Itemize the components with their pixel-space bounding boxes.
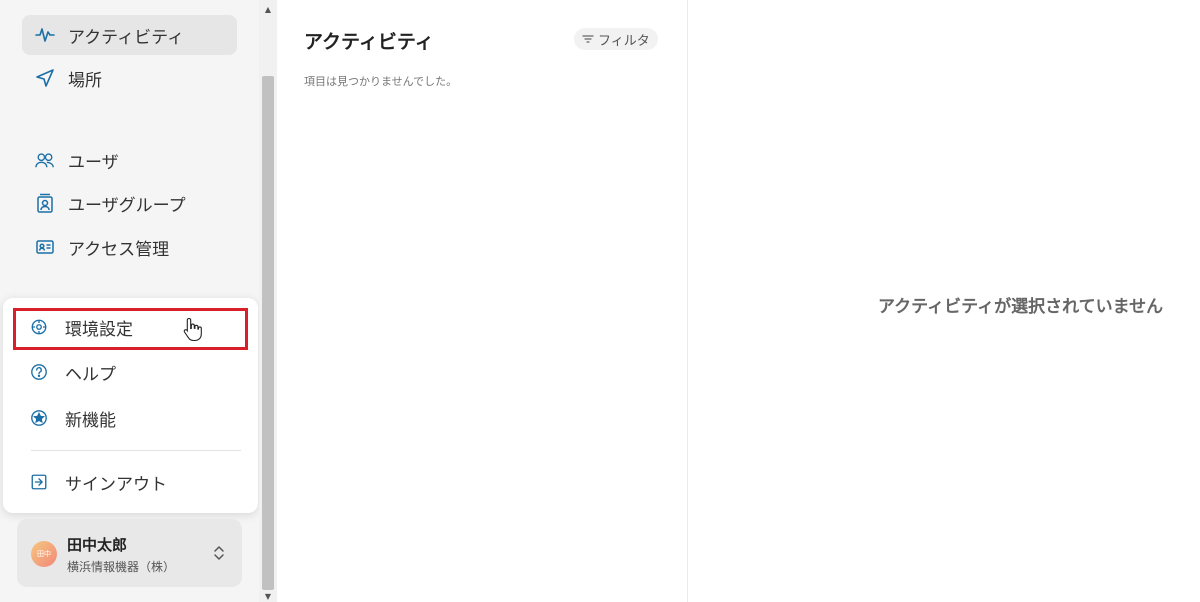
scroll-up-arrow-icon[interactable]: ▲ — [263, 4, 273, 14]
sidebar-item-label: ユーザグループ — [68, 195, 186, 216]
user-account-switcher[interactable]: 田中 田中太郎 横浜情報機器（株） — [17, 519, 242, 587]
menu-divider — [31, 450, 241, 451]
menu-item-sign-out[interactable]: サインアウト — [13, 462, 248, 502]
activity-icon — [34, 24, 56, 46]
location-arrow-icon — [34, 67, 56, 89]
menu-item-preferences[interactable]: 環境設定 — [13, 307, 248, 347]
activity-list-panel: アクティビティ フィルタ 項目は見つかりませんでした。 — [277, 0, 688, 602]
filter-icon — [582, 35, 594, 43]
users-icon — [34, 149, 56, 171]
sidebar: アクティビティ 場所 ユーザ ユーザグループ アクセス管理 環境設定 ヘルプ 新… — [0, 0, 259, 602]
avatar: 田中 — [31, 541, 57, 567]
settings-icon — [29, 317, 49, 337]
scroll-down-arrow-icon[interactable]: ▼ — [263, 591, 273, 601]
sidebar-item-label: アクセス管理 — [68, 239, 170, 260]
menu-item-help[interactable]: ヘルプ — [13, 352, 248, 392]
activity-detail-panel: アクティビティが選択されていません — [688, 0, 1200, 602]
empty-list-message: 項目は見つかりませんでした。 — [304, 75, 458, 88]
sidebar-item-location[interactable]: 場所 — [22, 58, 237, 98]
sidebar-item-user-groups[interactable]: ユーザグループ — [22, 183, 237, 223]
user-name: 田中太郎 — [67, 536, 128, 554]
sidebar-item-activity[interactable]: アクティビティ — [22, 15, 237, 55]
chevron-up-down-icon — [214, 546, 224, 560]
id-card-icon — [34, 236, 56, 258]
user-organization: 横浜情報機器（株） — [67, 560, 176, 574]
menu-item-whats-new[interactable]: 新機能 — [13, 398, 248, 438]
no-selection-message: アクティビティが選択されていません — [878, 297, 1164, 317]
scrollbar-thumb[interactable] — [262, 76, 274, 590]
sign-out-icon — [29, 472, 49, 492]
sidebar-item-users[interactable]: ユーザ — [22, 140, 237, 180]
sidebar-item-label: アクティビティ — [68, 27, 185, 48]
sidebar-item-label: 場所 — [68, 70, 102, 91]
page-title: アクティビティ — [304, 31, 434, 53]
filter-label: フィルタ — [598, 33, 650, 49]
hand-cursor-icon — [182, 316, 204, 342]
star-icon — [29, 408, 49, 428]
sidebar-scrollbar[interactable]: ▲ ▼ — [259, 0, 277, 602]
user-group-icon — [34, 192, 56, 214]
app-window: アクティビティ 場所 ユーザ ユーザグループ アクセス管理 環境設定 ヘルプ 新… — [0, 0, 1200, 602]
menu-item-label: 新機能 — [65, 410, 116, 431]
sidebar-item-label: ユーザ — [68, 152, 119, 173]
help-icon — [29, 362, 49, 382]
menu-item-label: サインアウト — [65, 474, 167, 495]
filter-button[interactable]: フィルタ — [574, 28, 658, 50]
menu-item-label: ヘルプ — [65, 364, 116, 385]
account-popup-menu: 環境設定 ヘルプ 新機能 サインアウト — [3, 298, 258, 513]
menu-item-label: 環境設定 — [65, 319, 133, 340]
sidebar-item-access-management[interactable]: アクセス管理 — [22, 227, 237, 267]
